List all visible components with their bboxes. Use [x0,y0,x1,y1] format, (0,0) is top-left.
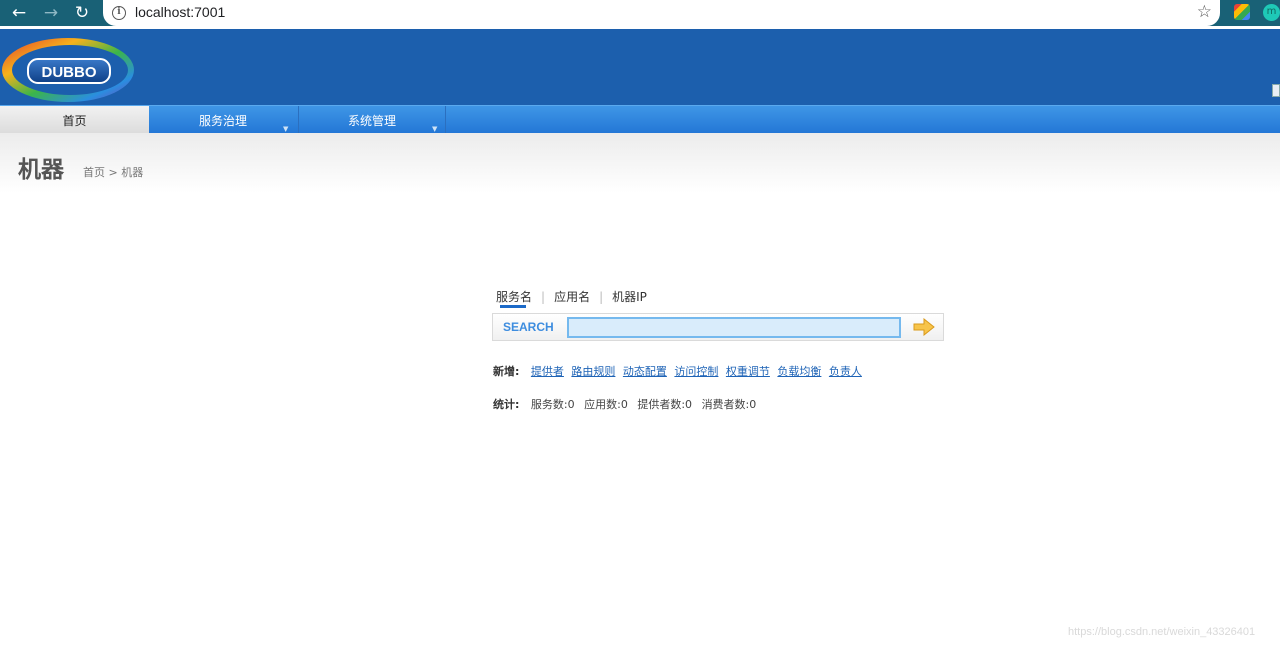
stat-consumer-count: 消费者数:0 [701,398,757,411]
stat-provider-count: 提供者数:0 [637,398,693,411]
browser-toolbar: ← → ↻ i localhost:7001 ☆ m [0,0,1280,26]
address-bar[interactable]: i localhost:7001 ☆ [103,0,1220,26]
profile-avatar[interactable]: m [1263,4,1280,21]
add-route-link[interactable]: 路由规则 [571,365,615,378]
tab-separator: | [599,290,604,304]
menu-system-management[interactable]: 系统管理 ▼ [298,106,446,133]
stat-service-count: 服务数:0 [530,398,575,411]
tab-machine-ip[interactable]: 机器IP [612,288,647,305]
search-box: SEARCH [492,313,944,341]
menu-home[interactable]: 首页 [0,106,149,133]
reload-icon[interactable]: ↻ [72,3,92,23]
add-owner-link[interactable]: 负责人 [829,365,862,378]
back-arrow-icon[interactable]: ← [9,3,29,23]
content-shade [0,133,1280,193]
menu-system-management-label: 系统管理 [347,114,396,128]
dubbo-logo[interactable]: DUBBO [0,35,140,103]
url-text[interactable]: localhost:7001 [135,4,225,20]
menu-home-label: 首页 [62,114,87,128]
tab-app-name[interactable]: 应用名 [554,288,590,305]
search-input[interactable] [567,317,901,338]
add-dynamic-config-link[interactable]: 动态配置 [623,365,667,378]
search-label: SEARCH [503,320,554,334]
bookmark-star-icon[interactable]: ☆ [1197,2,1212,22]
add-load-balance-link[interactable]: 负载均衡 [777,365,821,378]
stat-app-count: 应用数:0 [584,398,628,411]
stats-label: 统计: [493,398,520,411]
add-provider-link[interactable]: 提供者 [531,365,564,378]
tab-service-name[interactable]: 服务名 [496,288,532,305]
main-menu: 首页 服务治理 ▼ 系统管理 ▼ [0,105,1280,133]
stats-row: 统计: 服务数:0 应用数:0 提供者数:0 消费者数:0 [493,396,762,412]
forward-arrow-icon[interactable]: → [41,3,61,23]
breadcrumb[interactable]: 首页 > 机器 [83,164,143,180]
info-icon[interactable]: i [112,6,126,20]
add-weight-link[interactable]: 权重调节 [726,365,770,378]
active-tab-indicator [500,305,526,308]
menu-service-governance-label: 服务治理 [198,114,247,128]
tab-separator: | [541,290,546,304]
add-label: 新增: [493,365,520,378]
app-header: DUBBO [0,29,1280,105]
search-type-tabs: 服务名 | 应用名 | 机器IP [496,288,647,305]
watermark: https://blog.csdn.net/weixin_43326401 [1068,626,1256,638]
add-links-row: 新增: 提供者 路由规则 动态配置 访问控制 权重调节 负载均衡 负责人 [493,363,866,379]
extension-icon[interactable] [1234,4,1250,20]
add-access-control-link[interactable]: 访问控制 [674,365,718,378]
menu-service-governance[interactable]: 服务治理 ▼ [149,106,297,133]
page-title: 机器 [18,157,64,183]
logo-text: DUBBO [42,64,97,81]
arrow-right-icon[interactable] [913,318,935,336]
window-icon[interactable] [1272,84,1280,97]
